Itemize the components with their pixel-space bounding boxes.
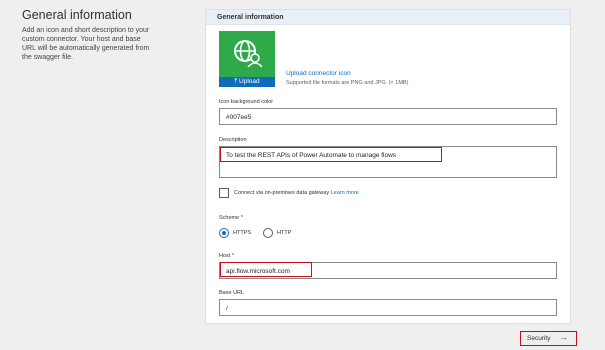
learn-more-link[interactable]: Learn more — [331, 190, 359, 196]
scheme-http-radio[interactable] — [263, 228, 273, 238]
upload-hint: Supported file formats are PNG and JPG. … — [286, 80, 409, 86]
connector-icon-tile: ⤒ Upload — [219, 31, 275, 87]
upload-connector-icon-link[interactable]: Upload connector icon — [286, 70, 351, 77]
scheme-label: Scheme * — [219, 215, 243, 221]
gateway-checkbox[interactable] — [219, 188, 229, 198]
arrow-right-icon: → — [559, 332, 568, 342]
general-info-panel: General information ⤒ Upload Upload conn… — [205, 9, 571, 324]
gateway-label: Connect via on-premises data gateway Lea… — [234, 190, 359, 196]
scheme-http-label: HTTP — [277, 230, 292, 236]
scheme-https-label: HTTPS — [233, 230, 252, 236]
baseurl-input[interactable]: / — [219, 299, 557, 316]
section-description: Add an icon and short description to you… — [22, 27, 150, 61]
host-highlight — [220, 262, 312, 277]
baseurl-label: Base URL — [219, 290, 245, 296]
upload-button[interactable]: ⤒ Upload — [219, 77, 275, 87]
gateway-label-text: Connect via on-premises data gateway — [234, 190, 330, 196]
host-label: Host * — [219, 253, 234, 259]
icon-bg-label: Icon background color — [219, 99, 274, 105]
section-title: General information — [22, 8, 132, 22]
description-highlight — [220, 147, 442, 162]
icon-bg-input[interactable]: #007ee5 — [219, 108, 557, 125]
description-label: Description — [219, 137, 247, 143]
left-info: General information Add an icon and shor… — [22, 8, 152, 62]
security-label: Security — [527, 335, 551, 342]
globe-user-icon — [234, 40, 262, 68]
scheme-https-radio[interactable] — [219, 228, 229, 238]
panel-header: General information — [206, 10, 570, 25]
security-button[interactable]: Security → — [520, 331, 577, 346]
